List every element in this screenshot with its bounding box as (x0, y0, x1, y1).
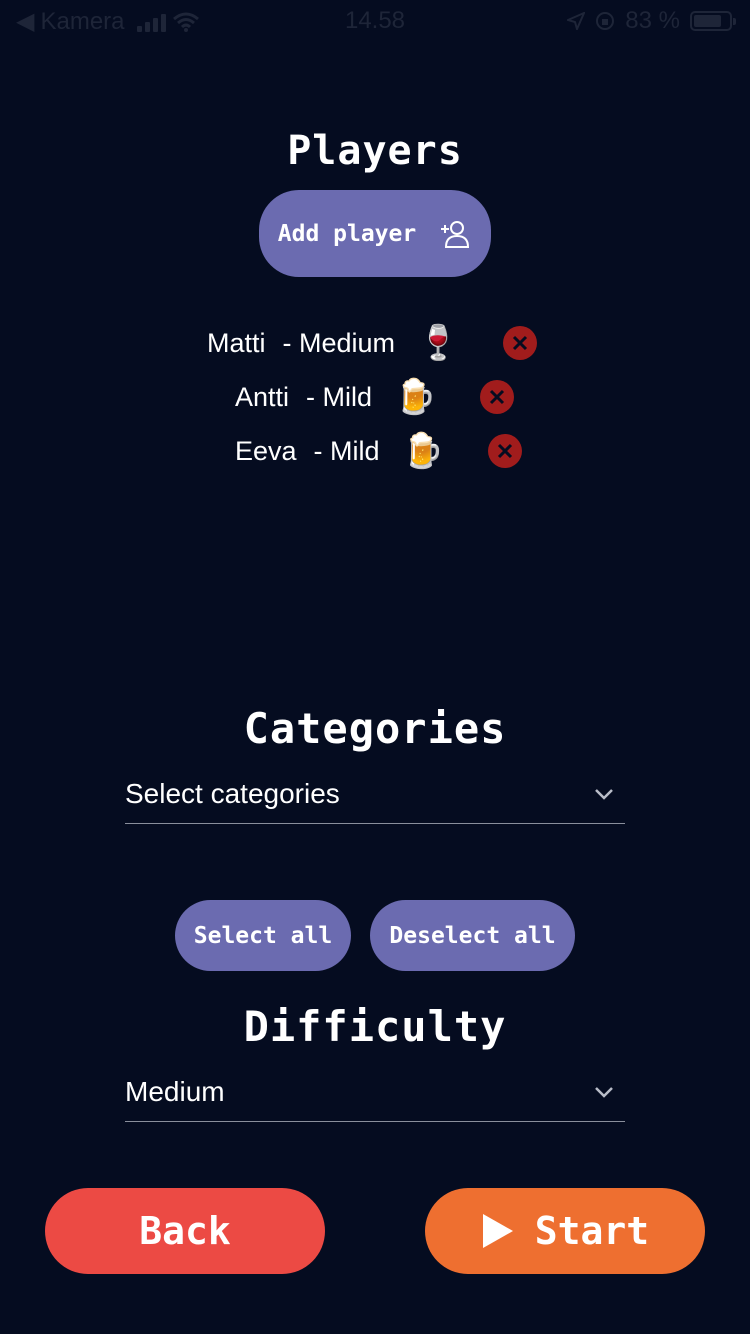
add-user-icon (441, 220, 470, 248)
chevron-down-icon (595, 788, 613, 800)
beer-icon: 🍺 (401, 432, 444, 470)
player-row: Eeva - Mild 🍺 (235, 426, 522, 476)
add-player-label: Add player (277, 220, 417, 247)
battery-percent: 83 % (625, 7, 680, 34)
difficulty-value: Medium (125, 1075, 225, 1107)
deselect-all-button[interactable]: Deselect all (370, 900, 575, 971)
categories-title: Categories (243, 704, 507, 753)
difficulty-title: Difficulty (243, 1002, 507, 1051)
beer-icon: 🍺 (394, 378, 437, 416)
player-row: Antti - Mild 🍺 (235, 372, 515, 422)
player-name: Antti (235, 381, 290, 412)
player-level: - Medium (282, 327, 396, 358)
players-title: Players (287, 128, 463, 174)
player-level: - Mild (306, 381, 373, 412)
close-icon (497, 443, 512, 459)
wine-icon: 🍷 (417, 324, 460, 362)
remove-player-button[interactable] (480, 380, 515, 414)
select-all-button[interactable]: Select all (175, 900, 351, 971)
close-icon (490, 389, 505, 405)
status-bar: ◀ Kamera 14.58 83 % (0, 0, 750, 40)
player-name: Eeva (235, 435, 297, 466)
player-name: Matti (207, 327, 266, 358)
add-player-button[interactable]: Add player (259, 190, 491, 277)
location-icon (567, 12, 586, 30)
back-button[interactable]: Back (45, 1188, 325, 1274)
start-label: Start (534, 1209, 650, 1253)
status-right: 83 % (567, 7, 736, 35)
categories-placeholder: Select categories (125, 777, 340, 809)
remove-player-button[interactable] (487, 434, 522, 468)
close-icon (513, 335, 528, 351)
orientation-lock-icon (596, 12, 615, 30)
player-row: Matti - Medium 🍷 (207, 318, 538, 368)
start-button[interactable]: Start (425, 1188, 705, 1274)
chevron-down-icon (595, 1086, 613, 1098)
remove-player-button[interactable] (503, 326, 538, 360)
categories-select[interactable]: Select categories (125, 764, 625, 824)
back-label: Back (139, 1209, 231, 1253)
player-level: - Mild (313, 435, 380, 466)
difficulty-select[interactable]: Medium (125, 1062, 625, 1122)
battery-icon (690, 11, 736, 31)
play-icon (482, 1214, 513, 1248)
game-setup-screen: ◀ Kamera 14.58 83 % Players Add player M… (0, 0, 750, 1334)
